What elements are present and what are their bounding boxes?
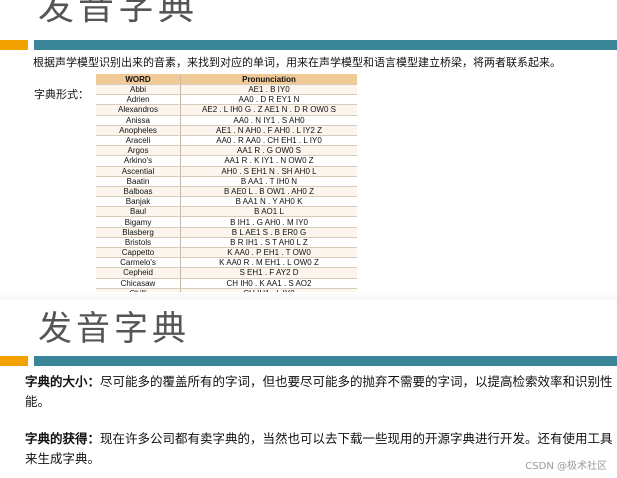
- word-cell: Bigamy: [96, 216, 181, 228]
- word-cell: Alexandros: [96, 104, 181, 116]
- pronunciation-cell: AH0 . S EH1 N . SH AH0 L: [180, 166, 357, 177]
- description-text: 根据声学模型识别出来的音素，来找到对应的单词，用来在声学模型和语言模型建立桥梁，…: [33, 56, 561, 69]
- pronunciation-cell: B R IH1 . S T AH0 L Z: [180, 237, 357, 249]
- word-cell: Ascential: [96, 166, 181, 177]
- pronunciation-cell: AA0 . R AA0 . CH EH1 . L IY0: [180, 135, 357, 147]
- column-header-pronunciation: Pronunciation: [180, 74, 357, 85]
- pronunciation-cell: K AA0 . P EH1 . T OW0: [180, 247, 357, 259]
- word-cell: Banjak: [96, 196, 181, 208]
- dictionary-size-label: 字典的大小：: [25, 374, 101, 389]
- watermark: CSDN @极术社区: [525, 461, 607, 472]
- pronunciation-cell: B L AE1 S . B ER0 G: [180, 227, 357, 238]
- word-cell: Balboas: [96, 186, 181, 198]
- slide-dictionary-notes: 发音字典 字典的大小：尽可能多的覆盖所有的字词，但也要尽可能多的抛弃不需要的字词…: [0, 300, 617, 478]
- table-row: Arkino's AA1 R . K IY1 . N OW0 Z: [96, 155, 357, 167]
- accent-bar-teal: [34, 356, 617, 366]
- pronunciation-cell: B AA1 . T IH0 N: [180, 176, 357, 187]
- table-row: Anopheles AE1 . N AH0 . F AH0 . L IY2 Z: [96, 125, 357, 136]
- word-cell: Carmelo's: [96, 257, 181, 269]
- table-row: Chicasaw CH IH0 . K AA1 . S AO2: [96, 278, 357, 289]
- table-row: Cepheid S EH1 . F AY2 D: [96, 267, 357, 279]
- accent-bar-teal: [34, 40, 617, 50]
- table-row: Cappetto K AA0 . P EH1 . T OW0: [96, 247, 357, 259]
- dictionary-size-paragraph: 字典的大小：尽可能多的覆盖所有的字词，但也要尽可能多的抛弃不需要的字词，以提高检…: [25, 372, 615, 412]
- table-row: Ascential AH0 . S EH1 N . SH AH0 L: [96, 166, 357, 177]
- dictionary-size-text: 尽可能多的覆盖所有的字词，但也要尽可能多的抛弃不需要的字词，以提高检索效率和识别…: [25, 374, 613, 409]
- table-row: Balboas B AE0 L . B OW1 . AH0 Z: [96, 186, 357, 198]
- pronunciation-cell: B IH1 . G AH0 . M IY0: [180, 216, 357, 228]
- pronunciation-table: WORD Pronunciation Abbi AE1 . B IY0 Adrien…: [96, 74, 357, 299]
- column-header-word: WORD: [96, 74, 181, 85]
- table-row: Carmelo's K AA0 R . M EH1 . L OW0 Z: [96, 257, 357, 269]
- table-row: Bigamy B IH1 . G AH0 . M IY0: [96, 216, 357, 228]
- table-row: Argos AA1 R . G OW0 S: [96, 145, 357, 157]
- word-cell: Baatin: [96, 176, 181, 187]
- table-row: Araceli AA0 . R AA0 . CH EH1 . L IY0: [96, 135, 357, 147]
- slide-title: 发音字典: [38, 309, 190, 349]
- accent-bar-orange: [0, 40, 28, 50]
- table-row: Anissa AA0 . N IY1 . S AH0: [96, 115, 357, 126]
- word-cell: Abbi: [96, 84, 181, 96]
- table-row: Adrien AA0 . D R EY1 N: [96, 94, 357, 106]
- pronunciation-cell: S EH1 . F AY2 D: [180, 267, 357, 279]
- pronunciation-cell: AE1 . N AH0 . F AH0 . L IY2 Z: [180, 125, 357, 136]
- pronunciation-cell: AA1 R . K IY1 . N OW0 Z: [180, 155, 357, 167]
- word-cell: Bristols: [96, 237, 181, 249]
- word-cell: Chicasaw: [96, 278, 181, 289]
- word-cell: Cappetto: [96, 247, 181, 259]
- table-row: Alexandros AE2 . L IH0 G . Z AE1 N . D R …: [96, 104, 357, 116]
- word-cell: Blasberg: [96, 227, 181, 238]
- pronunciation-cell: AA1 R . G OW0 S: [180, 145, 357, 157]
- word-cell: Baul: [96, 206, 181, 218]
- form-label: 字典形式：: [34, 88, 89, 101]
- table-row: Baul B AO1 L: [96, 206, 357, 218]
- word-cell: Araceli: [96, 135, 181, 147]
- pronunciation-cell: K AA0 R . M EH1 . L OW0 Z: [180, 257, 357, 269]
- table-row: Blasberg B L AE1 S . B ER0 G: [96, 227, 357, 238]
- slide-title: 发音字典: [38, 0, 199, 28]
- word-cell: Argos: [96, 145, 181, 157]
- pronunciation-cell: AE2 . L IH0 G . Z AE1 N . D R OW0 S: [180, 104, 357, 116]
- word-cell: Cepheid: [96, 267, 181, 279]
- pronunciation-cell: AE1 . B IY0: [180, 84, 357, 96]
- table-row: Baatin B AA1 . T IH0 N: [96, 176, 357, 187]
- pronunciation-cell: B AO1 L: [180, 206, 357, 218]
- word-cell: Anissa: [96, 115, 181, 126]
- table-row: Banjak B AA1 N . Y AH0 K: [96, 196, 357, 208]
- table-row: Abbi AE1 . B IY0: [96, 84, 357, 96]
- accent-bar-orange: [0, 356, 28, 366]
- pronunciation-cell: AA0 . N IY1 . S AH0: [180, 115, 357, 126]
- word-cell: Adrien: [96, 94, 181, 106]
- pronunciation-cell: AA0 . D R EY1 N: [180, 94, 357, 106]
- dictionary-source-label: 字典的获得：: [25, 431, 101, 446]
- word-cell: Arkino's: [96, 155, 181, 167]
- slide-dictionary-form: 发音字典 根据声学模型识别出来的音素，来找到对应的单词，用来在声学模型和语言模型…: [0, 0, 617, 300]
- table-row: Bristols B R IH1 . S T AH0 L Z: [96, 237, 357, 249]
- pronunciation-cell: B AE0 L . B OW1 . AH0 Z: [180, 186, 357, 198]
- word-cell: Anopheles: [96, 125, 181, 136]
- pronunciation-cell: CH IH0 . K AA1 . S AO2: [180, 278, 357, 289]
- pronunciation-cell: B AA1 N . Y AH0 K: [180, 196, 357, 208]
- table-body: Abbi AE1 . B IY0 Adrien AA0 . D R EY1 N Alex…: [96, 84, 357, 299]
